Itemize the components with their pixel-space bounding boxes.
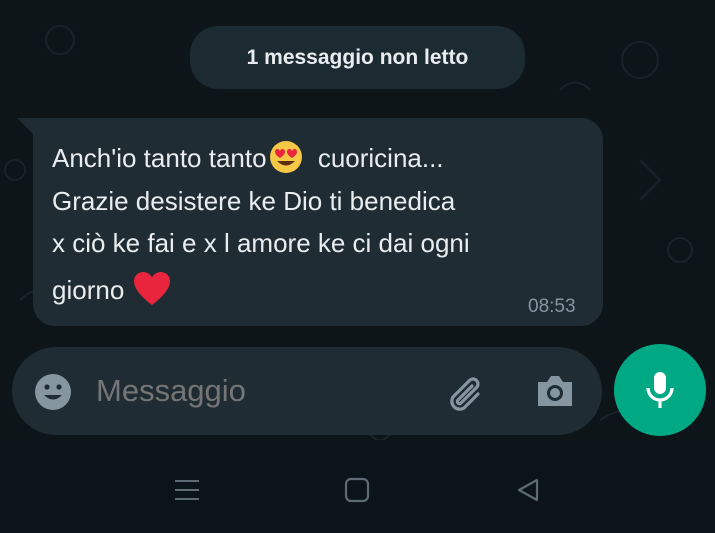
message-line-2: Grazie desistere ke Dio ti benedica	[52, 186, 456, 216]
message-line-1: Anch'io tanto tanto cuoricina...	[52, 140, 444, 180]
message-text-line-1a: Anch'io tanto tanto	[52, 142, 267, 173]
message-text-line-4: giorno	[52, 274, 125, 305]
attach-icon[interactable]	[446, 372, 490, 417]
message-timestamp: 08:53	[528, 296, 576, 317]
back-icon[interactable]	[515, 477, 541, 508]
heart-eyes-emoji-icon	[267, 140, 305, 180]
home-icon[interactable]	[344, 477, 370, 508]
recent-apps-icon[interactable]	[173, 476, 201, 509]
message-input[interactable]	[96, 373, 426, 409]
mic-icon	[646, 372, 674, 408]
message-line-3: x ciò ke fai e x l amore ke ci dai ogni	[52, 228, 470, 258]
message-text-line-1b: cuoricina...	[317, 142, 444, 173]
voice-record-button[interactable]	[614, 344, 706, 436]
unread-messages-badge: 1 messaggio non letto	[190, 26, 525, 89]
unread-label: 1 messaggio non letto	[246, 45, 469, 69]
red-heart-emoji-icon	[132, 271, 172, 313]
message-line-4: giorno	[52, 271, 172, 313]
camera-icon[interactable]	[534, 372, 576, 415]
emoji-icon[interactable]	[33, 372, 73, 417]
